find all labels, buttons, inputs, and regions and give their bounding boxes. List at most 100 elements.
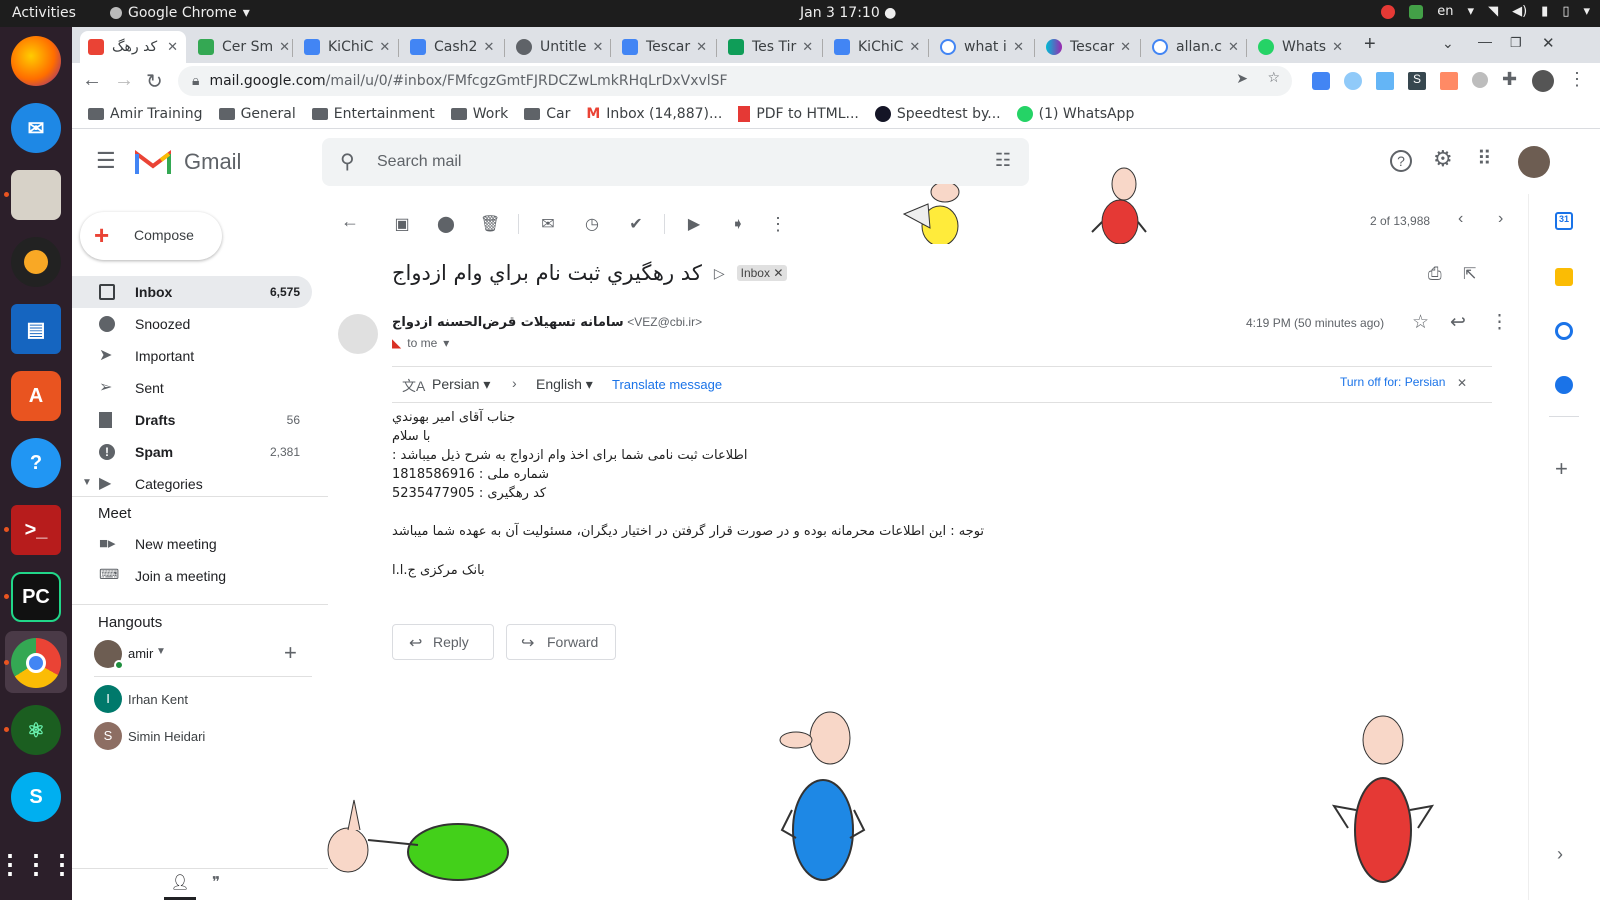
source-language-select[interactable]: Persian ▾: [432, 376, 490, 393]
more-options-icon[interactable]: ⋮: [1490, 311, 1509, 334]
minimize-icon[interactable]: —: [1478, 33, 1492, 49]
chrome-menu-icon[interactable]: ⋮: [1568, 69, 1586, 90]
close-icon[interactable]: ✕: [1007, 40, 1024, 55]
thunderbird-icon[interactable]: ✉: [11, 103, 61, 153]
wifi-icon[interactable]: ◥: [1488, 4, 1498, 19]
bookmark-pdf-to-html[interactable]: PDF to HTML...: [738, 105, 859, 122]
star-icon[interactable]: ☆: [1412, 311, 1429, 334]
tab-tes-tir[interactable]: Tes Tir ✕: [720, 31, 820, 63]
close-window-icon[interactable]: ✕: [1542, 34, 1555, 52]
recipients-line[interactable]: ◣ to me ▾: [392, 336, 449, 350]
turn-off-translate-link[interactable]: Turn off for: Persian: [1340, 375, 1445, 389]
s-extension-icon[interactable]: S: [1408, 72, 1426, 90]
tab-cer-sm[interactable]: Cer Sm ✕: [190, 31, 290, 63]
misc-extension-icon[interactable]: [1472, 72, 1488, 88]
forward-icon[interactable]: →: [114, 69, 134, 92]
sidebar-item-snoozed[interactable]: Snoozed: [72, 308, 312, 340]
sidebar-item-spam[interactable]: ! Spam 2,381: [72, 436, 312, 468]
tasks-icon[interactable]: [1555, 322, 1573, 340]
archive-icon[interactable]: ▣: [392, 214, 412, 234]
close-icon[interactable]: ✕: [273, 40, 290, 55]
close-icon[interactable]: ✕: [1222, 40, 1239, 55]
snooze-icon[interactable]: ◷: [582, 214, 602, 234]
add-contact-icon[interactable]: +: [284, 640, 297, 666]
volume-icon[interactable]: ◀): [1512, 4, 1527, 19]
hangouts-user[interactable]: amir ▼: [94, 638, 304, 672]
sidebar-item-inbox[interactable]: Inbox 6,575: [72, 276, 312, 308]
contacts-tab-icon[interactable]: 👤︎: [164, 869, 196, 900]
sidebar-item-sent[interactable]: ➢ Sent: [72, 372, 312, 404]
close-icon[interactable]: ✕: [690, 40, 707, 55]
close-icon[interactable]: ✕: [1114, 40, 1131, 55]
tab-whatsapp[interactable]: Whats ✕: [1250, 31, 1350, 63]
show-apps-icon[interactable]: ⋮⋮⋮: [0, 839, 75, 889]
battery-icon[interactable]: ▯: [1562, 4, 1569, 19]
print-icon[interactable]: ⎙: [1428, 264, 1442, 284]
tab-search-icon[interactable]: ⌄: [1442, 35, 1454, 52]
writer-icon[interactable]: ▤: [11, 304, 61, 354]
back-to-inbox-icon[interactable]: ←: [340, 211, 360, 231]
tab-tescar[interactable]: Tescar ✕: [614, 31, 714, 63]
software-icon[interactable]: A: [11, 371, 61, 421]
skype-icon[interactable]: S: [11, 772, 61, 822]
bookmark-folder-entertainment[interactable]: Entertainment: [311, 106, 435, 122]
bookmark-folder-general[interactable]: General: [218, 106, 296, 122]
show-side-panel-icon[interactable]: ›: [1557, 844, 1563, 865]
help-icon[interactable]: ?: [11, 438, 61, 488]
tab-allan[interactable]: allan.c ✕: [1144, 31, 1244, 63]
profile-avatar[interactable]: [1532, 70, 1554, 92]
add-task-icon[interactable]: ✔: [626, 214, 646, 234]
join-meeting-button[interactable]: ⌨ Join a meeting: [72, 560, 312, 592]
older-icon[interactable]: ›: [1498, 210, 1503, 228]
mic-icon[interactable]: ▮: [1541, 4, 1548, 19]
chrome-dock-icon[interactable]: [11, 638, 61, 688]
translate-extension-icon[interactable]: [1312, 72, 1330, 90]
importance-marker-icon[interactable]: ▷: [714, 265, 725, 282]
bookmark-folder-amir-training[interactable]: Amir Training: [88, 106, 203, 122]
close-icon[interactable]: ✕: [903, 40, 920, 55]
close-icon[interactable]: ✕: [477, 40, 494, 55]
get-addons-icon[interactable]: +: [1555, 456, 1568, 482]
gmail-logo-icon[interactable]: [135, 148, 171, 176]
reload-icon[interactable]: ↻: [146, 69, 163, 94]
search-options-icon[interactable]: ☷: [995, 150, 1011, 171]
atom-icon[interactable]: ⚛: [11, 705, 61, 755]
back-icon[interactable]: ←: [82, 69, 102, 92]
tab-what-is[interactable]: what i ✕: [932, 31, 1032, 63]
extensions-puzzle-icon[interactable]: ✚: [1502, 69, 1517, 90]
close-icon[interactable]: ✕: [796, 40, 813, 55]
files-icon[interactable]: [11, 170, 61, 220]
mark-unread-icon[interactable]: ✉: [538, 214, 558, 234]
move-to-icon[interactable]: ▶: [684, 214, 704, 234]
search-bar[interactable]: ⚲ Search mail ☷: [322, 138, 1029, 186]
hangouts-contact[interactable]: I Irhan Kent: [94, 683, 314, 715]
new-tab-button[interactable]: +: [1364, 33, 1376, 56]
bookmark-gmail-inbox[interactable]: M Inbox (14,887)...: [586, 106, 722, 122]
tool-extension-icon[interactable]: [1440, 72, 1458, 90]
sender-avatar[interactable]: [338, 314, 378, 354]
forward-button[interactable]: ↪ Forward: [506, 624, 616, 660]
maximize-icon[interactable]: ❐: [1510, 35, 1522, 51]
tab-cash2[interactable]: Cash2 ✕: [402, 31, 502, 63]
target-language-select[interactable]: English ▾: [536, 376, 593, 393]
terminal-icon[interactable]: >_: [11, 505, 61, 555]
account-avatar[interactable]: [1518, 146, 1550, 178]
close-icon[interactable]: ✕: [373, 40, 390, 55]
labels-icon[interactable]: ➧: [728, 214, 748, 234]
close-icon[interactable]: ✕: [587, 40, 604, 55]
system-tray[interactable]: en ▾ ◥ ◀) ▮ ▯ ▾: [1381, 4, 1590, 19]
close-icon[interactable]: ✕: [1326, 40, 1343, 55]
settings-gear-icon[interactable]: ⚙: [1433, 146, 1453, 172]
extension-tray-icon[interactable]: [1409, 4, 1424, 19]
pycharm-icon[interactable]: PC: [11, 572, 61, 622]
bookmark-folder-work[interactable]: Work: [450, 106, 508, 122]
calendar-icon[interactable]: 31: [1555, 212, 1573, 230]
close-icon[interactable]: ✕: [161, 40, 178, 55]
bookmark-folder-car[interactable]: Car: [524, 106, 570, 122]
search-input[interactable]: Search mail: [377, 153, 461, 171]
reply-button[interactable]: ↩ Reply: [392, 624, 494, 660]
tab-tescar-2[interactable]: Tescar ✕: [1038, 31, 1138, 63]
star-icon[interactable]: ☆: [1267, 70, 1280, 86]
open-new-window-icon[interactable]: ⇱: [1463, 264, 1476, 284]
record-icon[interactable]: [1381, 4, 1396, 19]
